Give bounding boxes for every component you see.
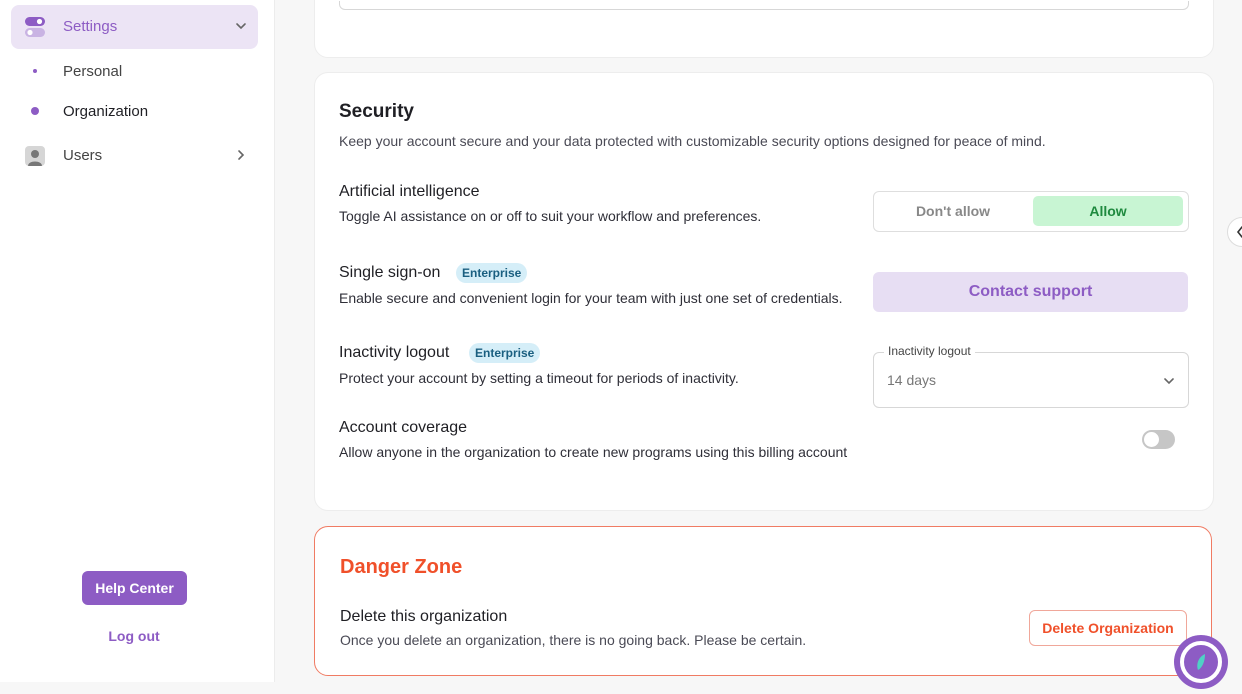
select-label: Inactivity logout [884,344,975,358]
coverage-description: Allow anyone in the organization to crea… [339,444,848,460]
toggle-knob [1144,432,1159,447]
allow-option[interactable]: Allow [1033,196,1183,226]
chevron-left-icon [1236,226,1242,238]
inactivity-select[interactable]: Inactivity logout 14 days [873,344,1189,408]
user-icon [25,146,45,166]
sso-description: Enable secure and convenient login for y… [339,290,843,306]
previous-section-card [314,0,1214,58]
dont-allow-option[interactable]: Don't allow [878,196,1028,226]
active-dot [31,107,39,115]
enterprise-badge: Enterprise [469,343,541,363]
danger-zone-title: Danger Zone [340,556,463,578]
security-card: Security Keep your account secure and yo… [314,72,1214,511]
sidebar-item-users[interactable]: Users [11,137,258,173]
sub-item-dot [33,69,37,73]
collapse-panel-button[interactable] [1227,217,1242,247]
section-title: Security [339,101,414,122]
chevron-down-icon [236,23,246,30]
toggles-icon [25,17,45,37]
chevron-down-icon [1164,378,1174,385]
inactivity-description: Protect your account by setting a timeou… [339,370,739,386]
ai-title: Artificial intelligence [339,183,480,200]
chevron-right-icon [238,150,245,160]
chat-icon [1180,641,1222,683]
sidebar-item-organization[interactable]: Organization [63,103,148,120]
text-input[interactable] [339,1,1189,10]
help-center-button[interactable]: Help Center [82,571,187,605]
sidebar: Settings Personal Organization Users Hel… [0,0,275,682]
coverage-title: Account coverage [339,419,468,436]
sidebar-item-label: Users [63,147,103,164]
select-value: 14 days [887,372,937,388]
sso-title: Single sign-on [339,264,441,281]
enterprise-badge: Enterprise [456,263,528,283]
sidebar-item-personal[interactable]: Personal [63,63,122,80]
sidebar-item-label: Settings [63,18,118,35]
danger-zone-card: Danger Zone Delete this organization Onc… [314,526,1212,676]
delete-organization-button[interactable]: Delete Organization [1029,610,1187,646]
delete-org-title: Delete this organization [340,608,508,625]
inactivity-title: Inactivity logout [339,344,450,361]
section-description: Keep your account secure and your data p… [339,133,1046,149]
ai-segmented-control: Don't allow Allow [873,191,1189,232]
chat-widget-button[interactable] [1174,635,1228,689]
sidebar-item-settings[interactable]: Settings [11,5,258,49]
contact-support-button[interactable]: Contact support [873,272,1188,312]
ai-description: Toggle AI assistance on or off to suit y… [339,208,762,224]
logout-link[interactable]: Log out [0,628,268,644]
delete-org-description: Once you delete an organization, there i… [340,632,807,648]
coverage-toggle[interactable] [1142,430,1175,449]
